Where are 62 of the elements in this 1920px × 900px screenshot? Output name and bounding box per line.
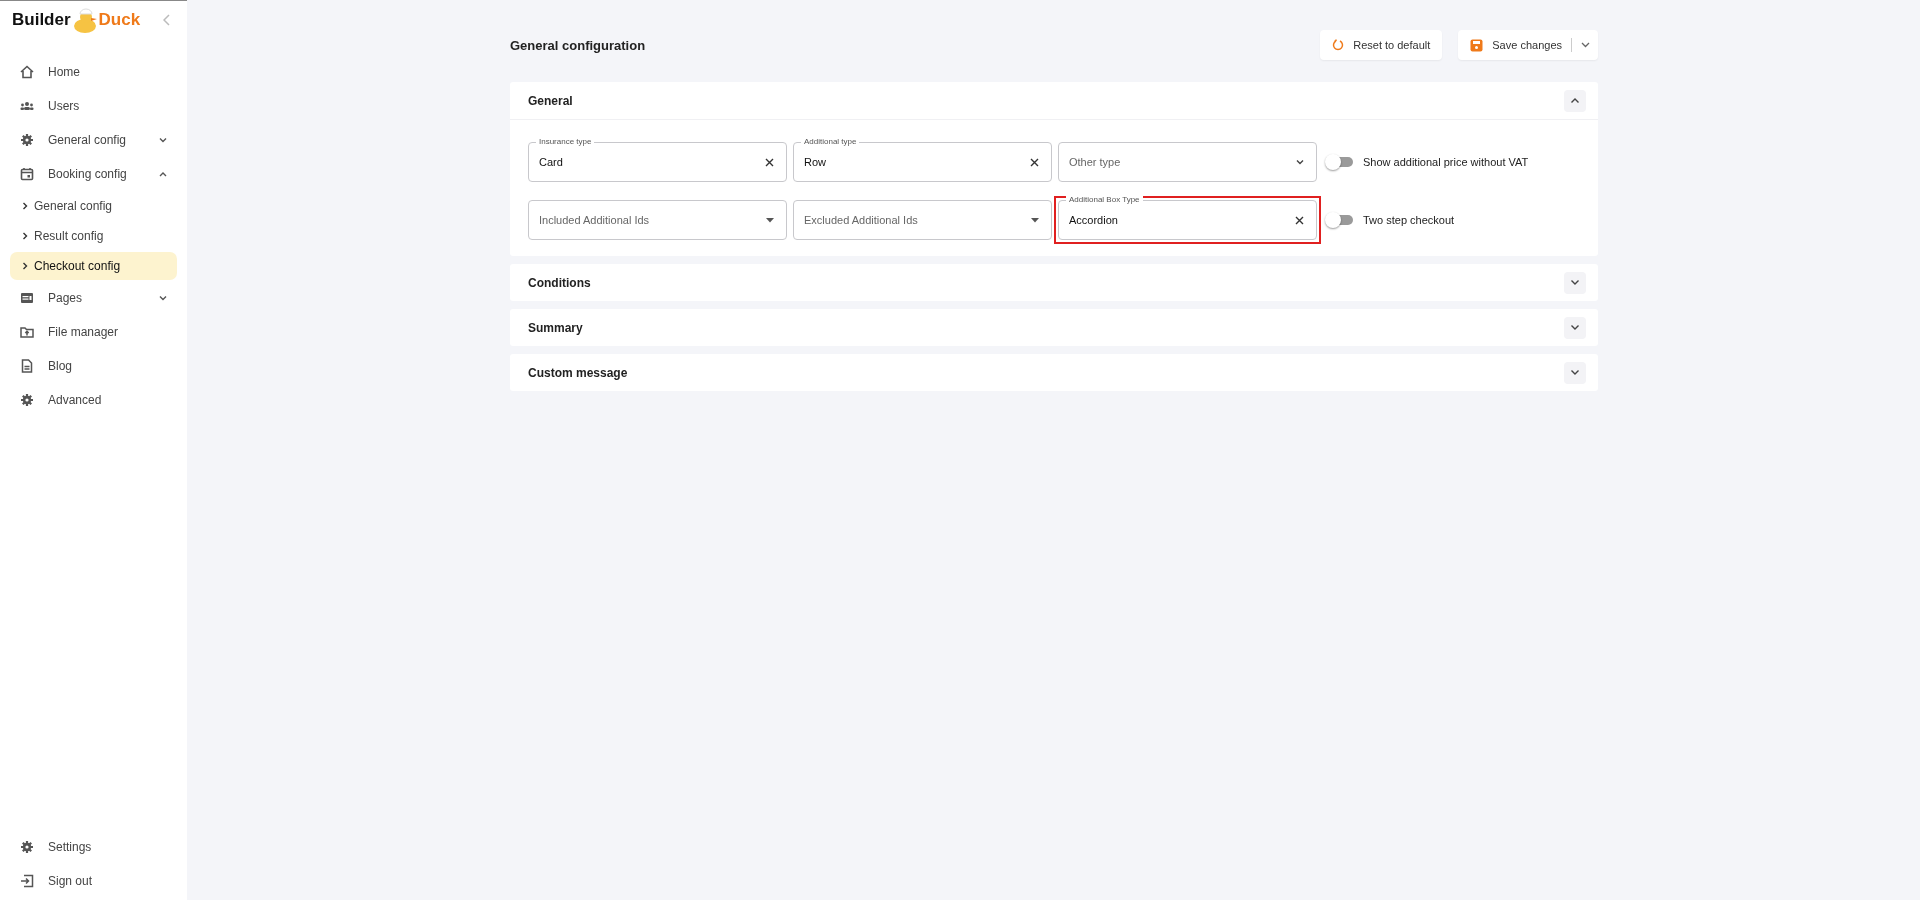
section-title: General — [528, 93, 573, 108]
chevron-icon — [1570, 279, 1580, 286]
caret-icon[interactable] — [1581, 42, 1590, 48]
save-button[interactable]: Save changes — [1458, 30, 1598, 60]
select-field[interactable]: Included Additional Ids — [528, 200, 787, 240]
nav-item[interactable]: General config — [10, 123, 177, 157]
nav-item[interactable]: Home — [10, 55, 177, 89]
nav-item[interactable]: Users — [10, 89, 177, 123]
chevron-icon[interactable] — [1296, 159, 1304, 165]
expand-button[interactable] — [1564, 89, 1586, 112]
nav-item[interactable]: Sign out — [10, 864, 177, 898]
section-title: Conditions — [528, 275, 591, 290]
field-label: Additional Box Type — [1066, 194, 1143, 206]
toggle-label: Show additional price without VAT — [1363, 156, 1529, 168]
select-field[interactable]: Other type — [1058, 142, 1317, 182]
clear-icon[interactable] — [1295, 215, 1304, 225]
expand-button[interactable] — [1564, 316, 1586, 339]
nav-item[interactable]: Booking config — [10, 157, 177, 191]
layout-icon — [20, 291, 34, 305]
nav-item[interactable]: Blog — [10, 349, 177, 383]
toggle-switch[interactable] — [1327, 215, 1353, 225]
settings-icon — [20, 840, 34, 854]
caret-icon[interactable] — [766, 217, 774, 223]
logo-text: Duck — [98, 10, 141, 30]
field-label: Additional type — [801, 136, 860, 148]
nav-item[interactable]: Pages — [10, 281, 177, 315]
nav-subitem[interactable]: Result config — [10, 222, 177, 250]
chevron-icon — [22, 262, 28, 270]
page-title: General configuration — [510, 37, 646, 53]
sign-out-icon — [20, 874, 34, 888]
field-label: Insurance type — [536, 136, 595, 148]
logo-text: Builder — [12, 10, 71, 30]
users-icon — [20, 99, 34, 113]
nav-item[interactable]: Advanced — [10, 383, 177, 417]
chevron-icon — [22, 232, 28, 240]
section-title: Custom message — [528, 365, 628, 380]
nav-subitem[interactable]: Checkout config — [10, 252, 177, 280]
chevron-icon — [1570, 97, 1580, 104]
expand-button[interactable] — [1564, 361, 1586, 384]
clear-icon[interactable] — [765, 157, 774, 167]
reset-button[interactable]: Reset to default — [1320, 30, 1443, 60]
caret-icon[interactable] — [1031, 217, 1039, 223]
clear-icon[interactable] — [1030, 157, 1039, 167]
gear-icon — [20, 133, 34, 147]
save-icon — [1470, 38, 1484, 52]
document-icon — [20, 359, 34, 373]
nav-subitem[interactable]: General config — [10, 192, 177, 220]
folder-icon — [20, 325, 34, 339]
gear-icon — [20, 393, 34, 407]
select-field[interactable]: Excluded Additional Ids — [793, 200, 1052, 240]
chevron-icon — [22, 202, 28, 210]
expand-button[interactable] — [1564, 271, 1586, 294]
home-icon — [20, 65, 34, 79]
chevron-icon — [1570, 324, 1580, 331]
nav-item[interactable]: Settings — [10, 830, 177, 864]
nav-item[interactable]: File manager — [10, 315, 177, 349]
toggle-switch[interactable] — [1327, 157, 1353, 167]
section-title: Summary — [528, 320, 583, 335]
calendar-icon — [20, 167, 34, 181]
reset-icon — [1332, 39, 1345, 51]
toggle-label: Two step checkout — [1363, 214, 1455, 226]
chevron-icon — [1570, 369, 1580, 376]
